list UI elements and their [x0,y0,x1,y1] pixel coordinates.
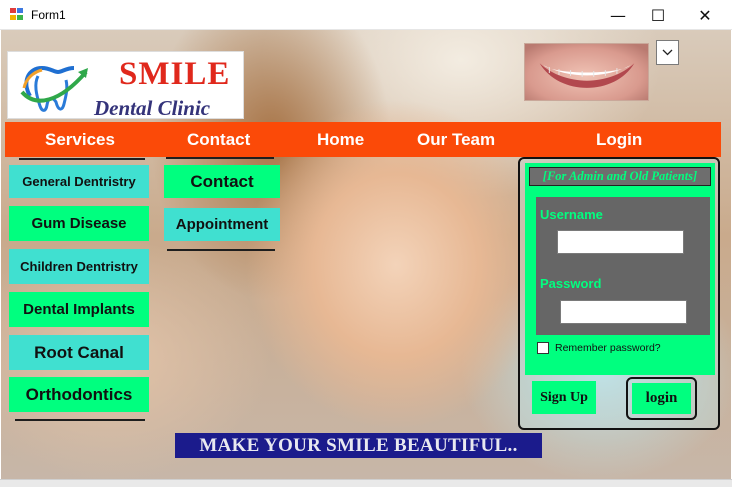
remember-password-checkbox[interactable]: Remember password? [537,342,661,354]
contact-divider-top [166,157,274,159]
services-divider-bottom [15,419,145,421]
logo-subtitle-text: Dental Clinic [94,96,211,120]
close-button[interactable]: ✕ [682,0,728,30]
maximize-button[interactable]: ☐ [635,0,681,30]
password-field[interactable] [560,300,687,324]
contact-button[interactable]: Contact [164,165,280,198]
login-panel-title: [For Admin and Old Patients] [529,167,711,186]
tooth-logo-icon [20,65,88,112]
contact-divider-bottom [167,249,275,251]
username-field[interactable] [557,230,684,254]
window-titlebar: Form1 — ☐ ✕ [0,0,732,30]
tagline-banner: MAKE YOUR SMILE BEAUTIFUL.. [175,433,542,458]
login-button[interactable]: login [632,383,691,414]
taskbar-edge [0,479,732,487]
logo-brand-text: SMILE [119,56,231,92]
form-app-icon [10,8,24,21]
service-children-dentistry-button[interactable]: Children Dentristry [9,249,149,284]
password-label: Password [540,276,602,291]
dropdown-combo[interactable] [656,40,679,65]
form-client-area: SMILE Dental Clinic Services Contact Hom… [1,30,731,487]
login-panel: [For Admin and Old Patients] Username Pa… [518,157,720,430]
service-orthodontics-button[interactable]: Orthodontics [9,377,149,412]
services-divider-top [19,158,145,160]
clinic-logo: SMILE Dental Clinic [7,51,244,120]
service-dental-implants-button[interactable]: Dental Implants [9,292,149,327]
chevron-down-icon [662,49,673,56]
smile-teeth-image [524,43,649,101]
remember-checkbox-box[interactable] [537,342,549,354]
service-gum-disease-button[interactable]: Gum Disease [9,206,149,241]
main-navbar: Services Contact Home Our Team Login [5,122,721,157]
service-root-canal-button[interactable]: Root Canal [9,335,149,370]
username-label: Username [540,207,603,222]
nav-services[interactable]: Services [45,122,115,157]
window-title: Form1 [31,8,66,22]
sign-up-button[interactable]: Sign Up [532,381,596,414]
login-form-box: [For Admin and Old Patients] Username Pa… [525,163,715,375]
nav-login[interactable]: Login [596,122,642,157]
credentials-group: Username Password [536,197,710,335]
remember-password-label: Remember password? [555,342,661,354]
service-general-dentistry-button[interactable]: General Dentristry [9,165,149,198]
nav-contact[interactable]: Contact [187,122,250,157]
appointment-button[interactable]: Appointment [164,208,280,241]
nav-our-team[interactable]: Our Team [417,122,495,157]
nav-home[interactable]: Home [317,122,364,157]
login-button-frame: login [626,377,697,420]
